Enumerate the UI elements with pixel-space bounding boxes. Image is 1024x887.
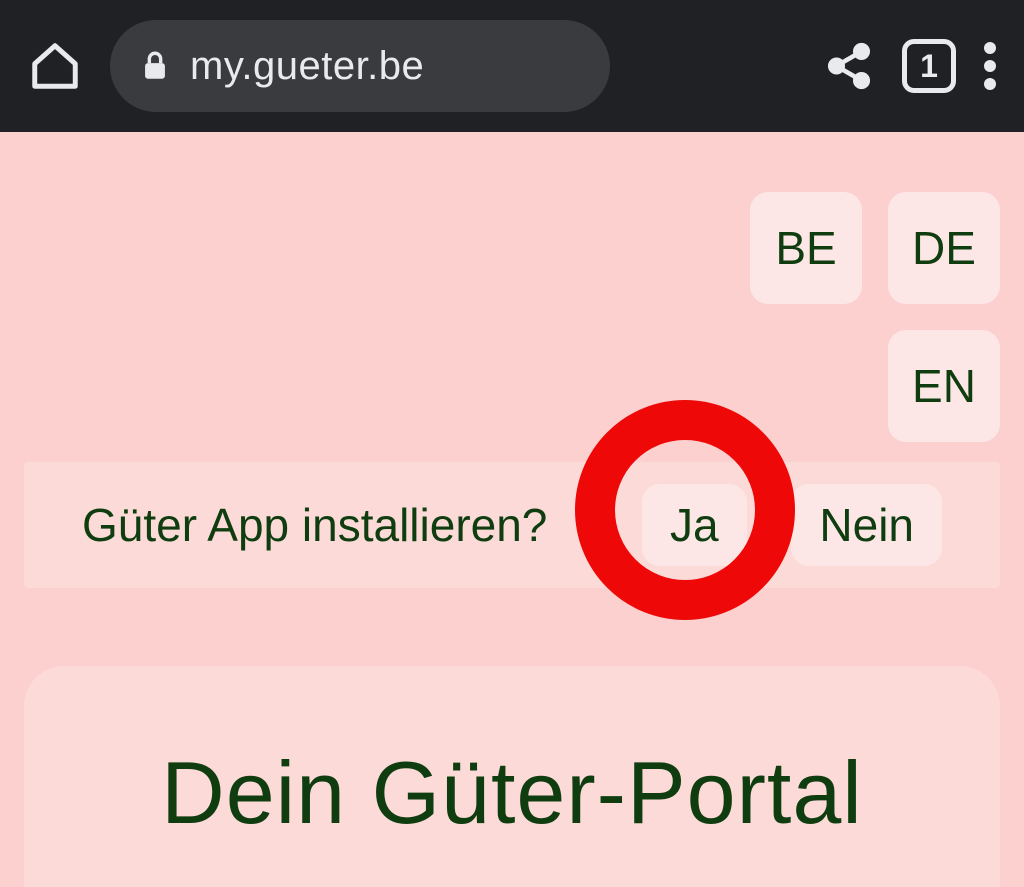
home-icon[interactable] (28, 39, 82, 93)
portal-card: Dein Güter-Portal (24, 666, 1000, 887)
tab-count-badge[interactable]: 1 (902, 39, 956, 93)
install-prompt-text: Güter App installieren? (82, 498, 547, 552)
portal-title: Dein Güter-Portal (72, 742, 952, 844)
lang-button-de[interactable]: DE (888, 192, 1000, 304)
more-menu-icon[interactable] (984, 42, 996, 90)
install-no-button[interactable]: Nein (791, 484, 942, 566)
install-separator: / (763, 498, 776, 552)
language-switcher-row1: BE DE (24, 132, 1000, 304)
install-prompt-bar: Güter App installieren? Ja / Nein (24, 462, 1000, 588)
lock-icon (138, 49, 172, 83)
lang-button-be[interactable]: BE (750, 192, 862, 304)
address-bar[interactable]: my.gueter.be (110, 20, 610, 112)
tab-count-number: 1 (920, 48, 938, 85)
install-yes-button[interactable]: Ja (642, 484, 747, 566)
language-switcher-row2: EN (24, 304, 1000, 442)
page-content: BE DE EN Güter App installieren? Ja / Ne… (0, 132, 1024, 887)
browser-chrome: my.gueter.be 1 (0, 0, 1024, 132)
url-text: my.gueter.be (190, 44, 424, 89)
share-icon[interactable] (824, 41, 874, 91)
lang-button-en[interactable]: EN (888, 330, 1000, 442)
